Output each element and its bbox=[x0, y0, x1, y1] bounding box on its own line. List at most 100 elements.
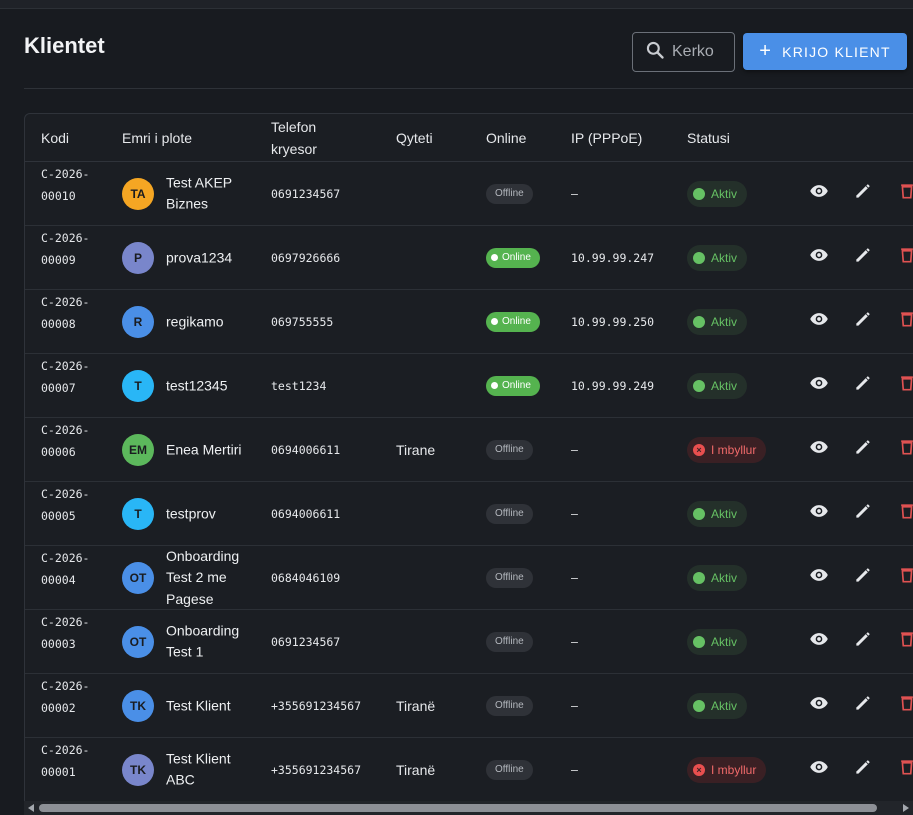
client-ip: – bbox=[571, 762, 578, 777]
edit-client-button[interactable] bbox=[852, 695, 874, 717]
edit-client-button[interactable] bbox=[852, 631, 874, 653]
table-row[interactable]: C-2026-00002 TK Test Klient +355691234567 Ti… bbox=[25, 674, 913, 738]
view-client-button[interactable] bbox=[808, 695, 830, 717]
column-header-phone[interactable]: Telefon kryesor bbox=[271, 116, 341, 160]
view-client-button[interactable] bbox=[808, 503, 830, 525]
table-row[interactable]: C-2026-00004 OT Onboarding Test 2 me Pages… bbox=[25, 546, 913, 610]
table-row[interactable]: C-2026-00010 TA Test AKEP Biznes 0691234567… bbox=[25, 162, 913, 226]
delete-client-button[interactable] bbox=[896, 183, 913, 205]
avatar: OT bbox=[122, 562, 154, 594]
search-box[interactable] bbox=[632, 32, 735, 72]
delete-client-button[interactable] bbox=[896, 247, 913, 269]
client-code: C-2026-00008 bbox=[41, 295, 90, 331]
status-badge: × I mbyllur bbox=[687, 436, 767, 463]
scroll-left-icon[interactable] bbox=[28, 804, 34, 812]
delete-client-button[interactable] bbox=[896, 439, 913, 461]
column-header-code[interactable]: Kodi bbox=[41, 127, 69, 149]
view-client-button[interactable] bbox=[808, 183, 830, 205]
pencil-icon bbox=[853, 629, 873, 654]
delete-client-button[interactable] bbox=[896, 375, 913, 397]
client-phone: +355691234567 bbox=[271, 762, 362, 777]
delete-client-button[interactable] bbox=[896, 759, 913, 781]
delete-client-button[interactable] bbox=[896, 695, 913, 717]
edit-client-button[interactable] bbox=[852, 439, 874, 461]
column-header-city[interactable]: Qyteti bbox=[396, 127, 433, 149]
eye-icon bbox=[809, 373, 829, 398]
page-title: Klientet bbox=[24, 33, 105, 58]
edit-client-button[interactable] bbox=[852, 759, 874, 781]
eye-icon bbox=[809, 309, 829, 334]
trash-icon bbox=[897, 181, 913, 206]
table-row[interactable]: C-2026-00001 TK Test Klient ABC +3556912345… bbox=[25, 738, 913, 802]
client-phone: 0691234567 bbox=[271, 634, 341, 649]
trash-icon bbox=[897, 501, 913, 526]
view-client-button[interactable] bbox=[808, 439, 830, 461]
scrollbar-thumb[interactable] bbox=[39, 804, 877, 812]
client-ip: – bbox=[571, 442, 578, 457]
status-badge-label: Aktiv bbox=[711, 506, 738, 521]
client-name: Test Klient ABC bbox=[166, 750, 231, 788]
edit-client-button[interactable] bbox=[852, 311, 874, 333]
online-badge-label: Offline bbox=[495, 764, 524, 775]
status-badge: Aktiv bbox=[687, 372, 748, 399]
table-row[interactable]: C-2026-00008 Rregikamo 069755555 Online 10.9… bbox=[25, 290, 913, 354]
online-badge: Offline bbox=[486, 567, 533, 588]
search-input[interactable] bbox=[672, 43, 732, 61]
status-dot-icon bbox=[693, 635, 705, 648]
column-header-name[interactable]: Emri i plote bbox=[122, 127, 192, 149]
delete-client-button[interactable] bbox=[896, 631, 913, 653]
client-name: Onboarding Test 2 me Pagese bbox=[166, 547, 240, 607]
view-client-button[interactable] bbox=[808, 311, 830, 333]
view-client-button[interactable] bbox=[808, 567, 830, 589]
status-badge-label: Aktiv bbox=[711, 378, 738, 393]
view-client-button[interactable] bbox=[808, 631, 830, 653]
client-phone: 0694006611 bbox=[271, 442, 341, 457]
status-badge: Aktiv bbox=[687, 500, 748, 527]
delete-client-button[interactable] bbox=[896, 311, 913, 333]
pencil-icon bbox=[853, 309, 873, 334]
client-code: C-2026-00005 bbox=[41, 487, 90, 523]
scroll-right-icon[interactable] bbox=[903, 804, 909, 812]
avatar: EM bbox=[122, 434, 154, 466]
clients-table: Kodi Emri i plote Telefon kryesor Qyteti… bbox=[24, 113, 913, 815]
table-row[interactable]: C-2026-00003 OT Onboarding Test 1 069123456… bbox=[25, 610, 913, 674]
column-header-ip[interactable]: IP (PPPoE) bbox=[571, 127, 642, 149]
online-badge-label: Online bbox=[502, 252, 531, 263]
column-header-online[interactable]: Online bbox=[486, 127, 526, 149]
client-code: C-2026-00004 bbox=[41, 551, 90, 587]
view-client-button[interactable] bbox=[808, 759, 830, 781]
eye-icon bbox=[809, 501, 829, 526]
header-divider bbox=[24, 88, 913, 89]
trash-icon bbox=[897, 437, 913, 462]
client-city: Tiranë bbox=[396, 697, 436, 714]
create-client-label: KRIJO KLIENT bbox=[782, 43, 891, 60]
avatar: R bbox=[122, 306, 154, 338]
view-client-button[interactable] bbox=[808, 247, 830, 269]
delete-client-button[interactable] bbox=[896, 503, 913, 525]
horizontal-scrollbar[interactable] bbox=[24, 801, 913, 815]
trash-icon bbox=[897, 565, 913, 590]
edit-client-button[interactable] bbox=[852, 375, 874, 397]
client-ip: – bbox=[571, 570, 578, 585]
column-header-status[interactable]: Statusi bbox=[687, 127, 730, 149]
create-client-button[interactable]: + KRIJO KLIENT bbox=[743, 33, 907, 70]
client-city: Tiranë bbox=[396, 761, 436, 778]
status-badge: × I mbyllur bbox=[687, 756, 767, 783]
edit-client-button[interactable] bbox=[852, 567, 874, 589]
online-badge-label: Offline bbox=[495, 700, 524, 711]
online-badge: Offline bbox=[486, 503, 533, 524]
client-phone: 0684046109 bbox=[271, 570, 341, 585]
edit-client-button[interactable] bbox=[852, 503, 874, 525]
client-name: Onboarding Test 1 bbox=[166, 622, 240, 660]
table-row[interactable]: C-2026-00005 Ttestprov 0694006611 Offline – A… bbox=[25, 482, 913, 546]
table-row[interactable]: C-2026-00006 EM Enea Mertiri 0694006611 Tira… bbox=[25, 418, 913, 482]
client-ip: 10.99.99.250 bbox=[571, 314, 655, 329]
delete-client-button[interactable] bbox=[896, 567, 913, 589]
client-phone: 0694006611 bbox=[271, 506, 341, 521]
edit-client-button[interactable] bbox=[852, 247, 874, 269]
edit-client-button[interactable] bbox=[852, 183, 874, 205]
trash-icon bbox=[897, 693, 913, 718]
table-row[interactable]: C-2026-00007 Ttest12345 test1234 Online 10.9… bbox=[25, 354, 913, 418]
view-client-button[interactable] bbox=[808, 375, 830, 397]
table-row[interactable]: C-2026-00009 Pprova1234 0697926666 Online 10… bbox=[25, 226, 913, 290]
